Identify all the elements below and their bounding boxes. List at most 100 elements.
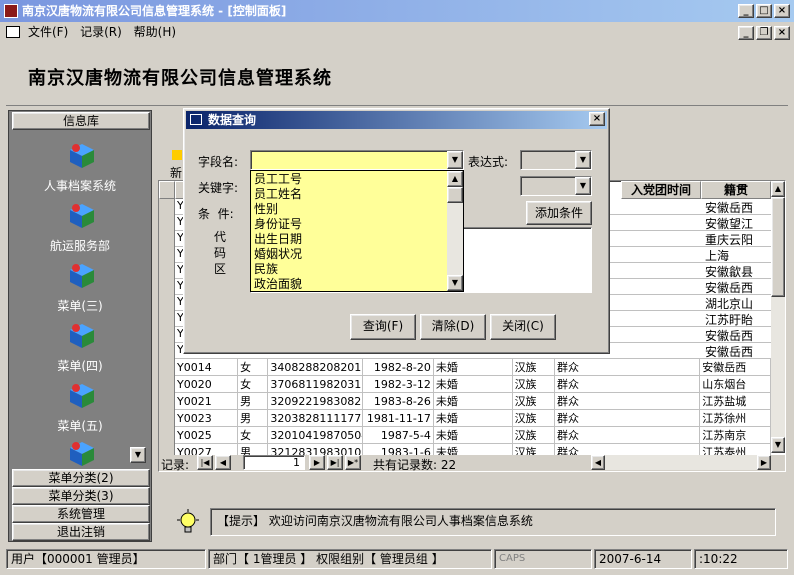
chevron-down-icon[interactable]: ▼: [575, 151, 591, 169]
expression-select[interactable]: ▼: [520, 150, 592, 170]
keyword-label: 关键字:: [198, 181, 239, 195]
new-record-icon[interactable]: [172, 150, 182, 160]
list-item[interactable]: 婚姻状况: [254, 247, 302, 262]
list-item[interactable]: 出生日期: [254, 232, 302, 247]
sidebar-scroll-down[interactable]: ▼: [130, 447, 146, 463]
list-item[interactable]: 政治面貌: [254, 277, 302, 291]
close-window-button[interactable]: ×: [774, 4, 790, 18]
table-row[interactable]: Y0014 女 34082882082010 1982-8-20 未婚 汉族 群众 安徽岳西: [175, 359, 771, 376]
query-button[interactable]: 查询(F): [350, 314, 416, 340]
status-caps: CAPS: [494, 549, 592, 569]
close-button[interactable]: 关闭(C): [490, 314, 556, 340]
cell: 1981-11-17: [362, 409, 434, 427]
cell: 1987-5-4: [362, 426, 434, 444]
dialog-close-button[interactable]: ×: [589, 112, 605, 126]
menu-record[interactable]: 记录(R): [80, 25, 122, 39]
add-condition-button[interactable]: 添加条件: [526, 201, 592, 225]
grid-vscroll-thumb[interactable]: [771, 197, 785, 297]
module-label-4[interactable]: 菜单(四): [10, 357, 150, 374]
list-scroll-down[interactable]: ▼: [447, 275, 463, 291]
first-record-button[interactable]: |◀: [197, 455, 213, 470]
module-icon-3[interactable]: [64, 258, 100, 297]
child-close-button[interactable]: ×: [774, 26, 790, 40]
sidebar-menu-category-2[interactable]: 菜单分类(2): [12, 469, 150, 487]
list-item[interactable]: 民族: [254, 262, 302, 277]
cube-icon: [70, 144, 94, 168]
new-record-nav-button[interactable]: ▶*: [345, 455, 361, 470]
field-name-select[interactable]: ▼: [250, 150, 464, 170]
cell: 江苏徐州: [699, 409, 771, 427]
cell: 1983-8-26: [362, 392, 434, 410]
list-item[interactable]: 员工工号: [254, 172, 302, 187]
prev-record-button[interactable]: ◀: [215, 455, 231, 470]
field-options-list[interactable]: 员工工号 员工姓名 性别 身份证号 出生日期 婚姻状况 民族 政治面貌 ▲ ▼: [250, 170, 464, 292]
minimize-button[interactable]: _: [738, 4, 754, 18]
row-hometown: 安徽岳西: [705, 329, 754, 343]
row-hometown: 安徽歙县: [705, 265, 754, 279]
grid-col-header-party-date[interactable]: 入党团时间: [621, 181, 701, 199]
list-scroll-thumb[interactable]: [447, 187, 463, 203]
grid-col-header-hometown[interactable]: 籍贯: [701, 181, 771, 199]
grid-scroll-up[interactable]: ▲: [771, 181, 785, 197]
status-user: 用户【000001 管理员】: [6, 549, 206, 569]
grid-hscroll-left[interactable]: ◀: [591, 455, 605, 470]
cell: 1982-3-12: [362, 375, 434, 393]
sidebar-header[interactable]: 信息库: [12, 112, 150, 130]
table-row[interactable]: Y0023 男 32038281111775 1981-11-17 未婚 汉族 群众 江苏徐州: [175, 409, 771, 427]
menu-file[interactable]: 文件(F): [28, 25, 68, 39]
module-label-1[interactable]: 人事档案系统: [10, 177, 150, 194]
module-label-3[interactable]: 菜单(三): [10, 297, 150, 314]
menu-help[interactable]: 帮助(H): [134, 25, 176, 39]
module-label-5[interactable]: 菜单(五): [10, 417, 150, 434]
row-hometown: 安徽岳西: [705, 345, 754, 359]
table-row[interactable]: Y0025 女 32010419870504 1987-5-4 未婚 汉族 群众 江苏南京: [175, 426, 771, 444]
app-icon: [4, 4, 18, 18]
window-title: 南京汉唐物流有限公司信息管理系统 - [控制面板]: [22, 4, 287, 18]
toolbar-new-label[interactable]: 新: [170, 164, 182, 181]
module-label-2[interactable]: 航运服务部: [10, 237, 150, 254]
record-selector-column[interactable]: [159, 199, 175, 455]
cell: Y0020: [175, 375, 239, 393]
module-icon-1[interactable]: [64, 138, 100, 177]
child-restore-button[interactable]: ❐: [756, 26, 772, 40]
sidebar-logout[interactable]: 退出注销: [12, 523, 150, 541]
cube-icon: [70, 442, 94, 466]
cell: Y0023: [175, 409, 239, 427]
clear-button[interactable]: 清除(D): [420, 314, 486, 340]
list-item[interactable]: 身份证号: [254, 217, 302, 232]
maximize-button[interactable]: □: [756, 4, 772, 18]
grid-hscroll-right[interactable]: ▶: [757, 455, 771, 470]
row-hometown: 江苏盱眙: [705, 313, 754, 327]
list-item[interactable]: 员工姓名: [254, 187, 302, 202]
grid-hscroll-track[interactable]: [605, 455, 757, 470]
cell: 32038281111775: [267, 409, 364, 427]
table-row[interactable]: Y0021 男 32092219830826 1983-8-26 未婚 汉族 群众 江苏盐城: [175, 392, 771, 410]
query-dialog: 数据查询 × 字段名: ▼ 表达式: ▼ 关键字: ▼ 条 件: 添加条件 代码…: [183, 108, 610, 354]
sidebar-system-management[interactable]: 系统管理: [12, 505, 150, 523]
cell: 37068119820312: [267, 375, 364, 393]
sidebar-menu-category-3[interactable]: 菜单分类(3): [12, 487, 150, 505]
cube-icon: [70, 324, 94, 348]
chevron-down-icon[interactable]: ▼: [575, 177, 591, 195]
record-number-input[interactable]: 1: [243, 455, 305, 470]
list-scroll-up[interactable]: ▲: [447, 171, 463, 187]
grid-scroll-down[interactable]: ▼: [771, 437, 785, 453]
list-item[interactable]: 性别: [254, 202, 302, 217]
tip-text: 【提示】 欢迎访问南京汉唐物流有限公司人事档案信息系统: [217, 514, 533, 528]
table-row[interactable]: Y0020 女 37068119820312 1982-3-12 未婚 汉族 群众 山东烟台: [175, 375, 771, 393]
last-record-button[interactable]: ▶|: [327, 455, 343, 470]
condition-label: 条 件:: [198, 207, 234, 221]
record-nav-label: 记录:: [161, 458, 190, 472]
cell: 汉族: [512, 359, 555, 376]
cell: 32010419870504: [267, 426, 364, 444]
keyword-select[interactable]: ▼: [520, 176, 592, 196]
module-icon-6[interactable]: [64, 436, 100, 469]
child-minimize-button[interactable]: _: [738, 26, 754, 40]
module-icon-4[interactable]: [64, 318, 100, 357]
module-icon-2[interactable]: [64, 198, 100, 237]
next-record-button[interactable]: ▶: [309, 455, 325, 470]
cell: 女: [237, 359, 269, 376]
module-icon-5[interactable]: [64, 378, 100, 417]
cell: 江苏盐城: [699, 392, 771, 410]
chevron-down-icon[interactable]: ▼: [447, 151, 463, 169]
